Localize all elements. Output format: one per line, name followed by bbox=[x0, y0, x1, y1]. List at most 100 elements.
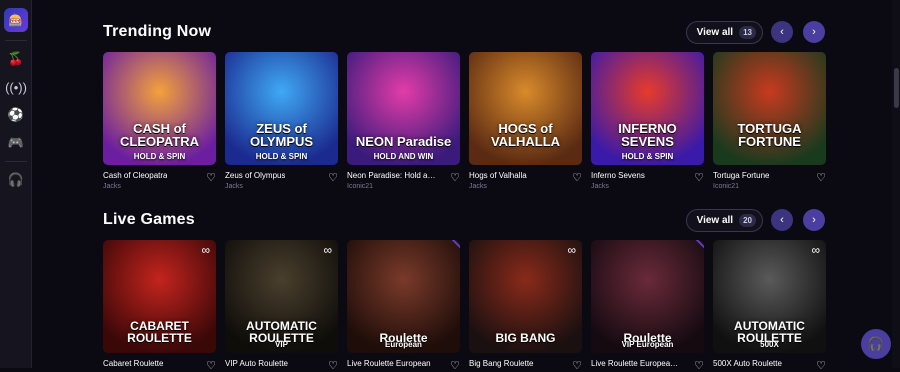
game-thumbnail[interactable]: TORTUGA FORTUNE bbox=[713, 52, 826, 165]
game-name[interactable]: Live Roulette European bbox=[347, 359, 431, 368]
favorite-heart-icon[interactable]: ♡ bbox=[572, 171, 582, 184]
favorite-heart-icon[interactable]: ♡ bbox=[694, 359, 704, 372]
carousel-next-button[interactable]: › bbox=[803, 209, 825, 231]
favorite-heart-icon[interactable]: ♡ bbox=[816, 171, 826, 184]
game-card[interactable]: ∞ CABARET ROULETTE Cabaret Roulette ♡ bbox=[103, 240, 216, 372]
infinite-bet-icon: ∞ bbox=[201, 243, 210, 257]
game-art-title: CABARET ROULETTE bbox=[127, 318, 192, 346]
game-thumbnail[interactable]: Roulette VIP European bbox=[591, 240, 704, 353]
favorite-heart-icon[interactable]: ♡ bbox=[328, 171, 338, 184]
game-art-title: INFERNO SEVENS bbox=[618, 120, 677, 150]
infinite-bet-icon: ∞ bbox=[811, 243, 820, 257]
infinite-bet-icon: ∞ bbox=[323, 243, 332, 257]
sidebar-divider bbox=[5, 161, 27, 162]
main-content: Trending Now View all 13 ‹ › CASH of CLE… bbox=[32, 0, 900, 372]
casino-logo-icon[interactable]: 🎰 bbox=[4, 8, 28, 32]
game-art-subtitle: European bbox=[385, 340, 422, 349]
game-art-title: NEON Paradise bbox=[355, 134, 452, 150]
section-header: Live Games View all 20 ‹ › bbox=[103, 205, 825, 235]
gamepad-icon[interactable]: 🎮 bbox=[0, 129, 32, 157]
game-name[interactable]: Zeus of Olympus bbox=[225, 171, 285, 180]
game-name[interactable]: Cash of Cleopatra bbox=[103, 171, 167, 180]
live-broadcast-icon[interactable]: ((•)) bbox=[0, 73, 32, 101]
game-card[interactable]: ∞ AUTOMATIC ROULETTE 500X 500X Auto Roul… bbox=[713, 240, 826, 372]
page-scrollbar[interactable] bbox=[892, 0, 900, 368]
game-thumbnail[interactable]: HOGS of VALHALLA bbox=[469, 52, 582, 165]
game-card[interactable]: Roulette European Live Roulette European… bbox=[347, 240, 460, 372]
view-all-label: View all bbox=[696, 26, 734, 38]
game-art-subtitle: VIP bbox=[275, 340, 288, 349]
game-card[interactable]: NEON Paradise HOLD AND WIN Neon Paradise… bbox=[347, 52, 460, 190]
support-headset-icon[interactable]: 🎧 bbox=[0, 166, 32, 194]
game-name[interactable]: Neon Paradise: Hold and... bbox=[347, 171, 437, 180]
view-all-count-badge: 20 bbox=[739, 213, 756, 227]
view-all-button[interactable]: View all 20 bbox=[685, 208, 763, 232]
game-name[interactable]: Big Bang Roulette bbox=[469, 359, 534, 368]
game-art-subtitle: HOLD AND WIN bbox=[373, 152, 434, 161]
game-thumbnail[interactable]: INFERNO SEVENS HOLD & SPIN bbox=[591, 52, 704, 165]
premium-ribbon bbox=[450, 240, 460, 257]
favorite-heart-icon[interactable]: ♡ bbox=[206, 359, 216, 372]
game-card[interactable]: INFERNO SEVENS HOLD & SPIN Inferno Seven… bbox=[591, 52, 704, 190]
game-name[interactable]: VIP Auto Roulette bbox=[225, 359, 288, 368]
game-card[interactable]: TORTUGA FORTUNE Tortuga Fortune Iconic21… bbox=[713, 52, 826, 190]
game-card[interactable]: ∞ AUTOMATIC ROULETTE VIP VIP Auto Roulet… bbox=[225, 240, 338, 372]
view-all-count-badge: 13 bbox=[739, 25, 756, 39]
game-thumbnail[interactable]: ∞ AUTOMATIC ROULETTE 500X bbox=[713, 240, 826, 353]
section-title: Live Games bbox=[103, 211, 195, 228]
carousel-prev-button[interactable]: ‹ bbox=[771, 21, 793, 43]
game-provider: Jacks bbox=[591, 183, 609, 190]
premium-ribbon bbox=[694, 240, 704, 257]
carousel-prev-button[interactable]: ‹ bbox=[771, 209, 793, 231]
game-name[interactable]: Live Roulette European ... bbox=[591, 359, 681, 368]
game-art-subtitle: HOLD & SPIN bbox=[621, 152, 674, 161]
game-provider: Jacks bbox=[103, 183, 121, 190]
game-thumbnail[interactable]: ∞ AUTOMATIC ROULETTE VIP bbox=[225, 240, 338, 353]
carousel-next-button[interactable]: › bbox=[803, 21, 825, 43]
game-name[interactable]: Tortuga Fortune bbox=[713, 171, 769, 180]
support-chat-icon[interactable]: 🎧 bbox=[861, 329, 891, 359]
game-card[interactable]: ZEUS of OLYMPUS HOLD & SPIN Zeus of Olym… bbox=[225, 52, 338, 190]
favorite-heart-icon[interactable]: ♡ bbox=[206, 171, 216, 184]
game-thumbnail[interactable]: NEON Paradise HOLD AND WIN bbox=[347, 52, 460, 165]
sidebar-divider bbox=[5, 40, 27, 41]
game-thumbnail[interactable]: Roulette European bbox=[347, 240, 460, 353]
favorite-heart-icon[interactable]: ♡ bbox=[450, 359, 460, 372]
game-provider: Iconic21 bbox=[713, 183, 740, 190]
cherries-icon[interactable]: 🍒 bbox=[0, 45, 32, 73]
scrollbar-thumb[interactable] bbox=[894, 68, 899, 108]
view-all-button[interactable]: View all 13 bbox=[685, 20, 763, 44]
game-name[interactable]: Inferno Sevens bbox=[591, 171, 645, 180]
game-art-subtitle: HOLD & SPIN bbox=[133, 152, 186, 161]
game-card[interactable]: ∞ BIG BANG Big Bang Roulette ♡ bbox=[469, 240, 582, 372]
favorite-heart-icon[interactable]: ♡ bbox=[816, 359, 826, 372]
game-art-title: ZEUS of OLYMPUS bbox=[249, 120, 314, 150]
game-provider: Jacks bbox=[225, 183, 243, 190]
game-thumbnail[interactable]: ZEUS of OLYMPUS HOLD & SPIN bbox=[225, 52, 338, 165]
soccer-ball-icon[interactable]: ⚽ bbox=[0, 101, 32, 129]
game-thumbnail[interactable]: ∞ CABARET ROULETTE bbox=[103, 240, 216, 353]
game-card[interactable]: CASH of CLEOPATRA HOLD & SPIN Cash of Cl… bbox=[103, 52, 216, 190]
sidebar: 🎰 🍒 ((•)) ⚽ 🎮 🎧 bbox=[0, 0, 32, 368]
favorite-heart-icon[interactable]: ♡ bbox=[694, 171, 704, 184]
section-title: Trending Now bbox=[103, 23, 212, 40]
game-card[interactable]: HOGS of VALHALLA Hogs of Valhalla Jacks … bbox=[469, 52, 582, 190]
view-all-label: View all bbox=[696, 214, 734, 226]
game-name[interactable]: Cabaret Roulette bbox=[103, 359, 163, 368]
game-art-title: HOGS of VALHALLA bbox=[490, 120, 561, 150]
game-art-title: TORTUGA FORTUNE bbox=[737, 120, 802, 150]
game-name[interactable]: Hogs of Valhalla bbox=[469, 171, 527, 180]
game-thumbnail[interactable]: CASH of CLEOPATRA HOLD & SPIN bbox=[103, 52, 216, 165]
game-carousel: CASH of CLEOPATRA HOLD & SPIN Cash of Cl… bbox=[103, 52, 826, 190]
game-art-title: CASH of CLEOPATRA bbox=[120, 120, 199, 150]
favorite-heart-icon[interactable]: ♡ bbox=[328, 359, 338, 372]
game-provider: Jacks bbox=[469, 183, 487, 190]
game-provider: Iconic21 bbox=[347, 183, 374, 190]
favorite-heart-icon[interactable]: ♡ bbox=[572, 359, 582, 372]
game-thumbnail[interactable]: ∞ BIG BANG bbox=[469, 240, 582, 353]
game-card[interactable]: Roulette VIP European Live Roulette Euro… bbox=[591, 240, 704, 372]
favorite-heart-icon[interactable]: ♡ bbox=[450, 171, 460, 184]
game-art-subtitle: 500X bbox=[760, 340, 779, 349]
game-name[interactable]: 500X Auto Roulette bbox=[713, 359, 782, 368]
infinite-bet-icon: ∞ bbox=[567, 243, 576, 257]
